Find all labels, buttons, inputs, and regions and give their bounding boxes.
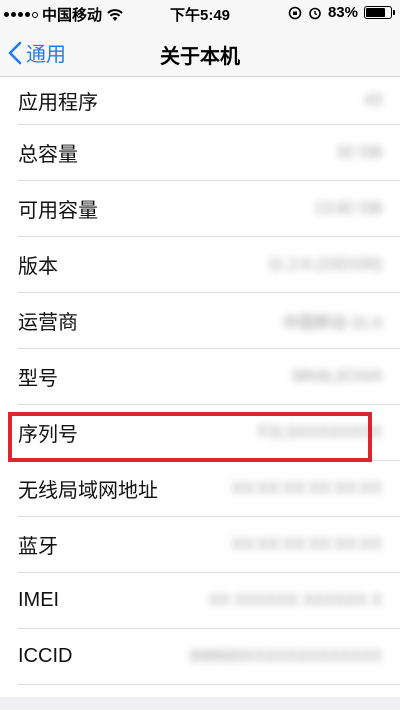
list-item-carrier[interactable]: 运营商 中国移动 31.0: [18, 293, 400, 349]
list-item-value: 13.82 GB: [314, 199, 382, 217]
list-item-label: 运营商: [18, 312, 78, 334]
list-item-label: 蓝牙: [18, 536, 58, 558]
list-item-label: 序列号: [18, 424, 78, 446]
list-item-value: 898600XXXXXXXXXXXXX: [189, 647, 382, 665]
list-item-value: 32 GB: [336, 143, 382, 161]
about-list: 应用程序 43 总容量 32 GB 可用容量 13.82 GB 版本 11.2.…: [0, 77, 400, 697]
list-item-model[interactable]: 型号 MN4L2CH/A: [18, 349, 400, 405]
list-item-value: 43: [364, 91, 382, 109]
list-item-wifi-address[interactable]: 无线局域网地址 XX:XX:XX:XX:XX:XX: [18, 461, 400, 517]
list-item-value: XX XXXXXX XXXXXX X: [208, 591, 382, 609]
list-item-value: F2LSXXXXXXXX: [258, 423, 382, 441]
status-right: 83%: [288, 4, 395, 21]
list-item-applications[interactable]: 应用程序 43: [18, 77, 400, 125]
list-item-label: 可用容量: [18, 200, 98, 222]
battery-icon: [364, 6, 395, 19]
list-item-bluetooth[interactable]: 蓝牙 XX:XX:XX:XX:XX:XX: [18, 517, 400, 573]
page-title: 关于本机: [160, 46, 240, 68]
list-item-label: IMEI: [18, 589, 60, 611]
list-item-version[interactable]: 版本 11.2.6 (15D100): [18, 237, 400, 293]
list-item-serial-number[interactable]: 序列号 F2LSXXXXXXXX: [18, 405, 400, 461]
rotation-lock-icon: [288, 6, 302, 19]
list-item-iccid[interactable]: ICCID 898600XXXXXXXXXXXXX: [18, 629, 400, 685]
list-item-label: 版本: [18, 256, 58, 278]
bottom-padding: [0, 697, 400, 710]
list-item-label: 型号: [18, 368, 58, 390]
list-item-value: XX:XX:XX:XX:XX:XX: [231, 479, 382, 497]
list-item-value: MN4L2CH/A: [292, 367, 382, 385]
list-item-value: 中国移动 31.0: [282, 314, 382, 332]
list-item-value: 11.2.6 (15D100): [267, 255, 382, 273]
list-item-available-capacity[interactable]: 可用容量 13.82 GB: [18, 181, 400, 237]
list-item-value: XX:XX:XX:XX:XX:XX: [231, 535, 382, 553]
list-item-total-capacity[interactable]: 总容量 32 GB: [18, 125, 400, 181]
list-item-label: 总容量: [18, 144, 78, 166]
navigation-bar: 通用 关于本机: [0, 28, 400, 77]
battery-percent: 83%: [327, 4, 358, 21]
battery-fill: [366, 8, 385, 17]
list-item-label: ICCID: [18, 645, 73, 667]
list-item-label: 无线局域网地址: [18, 480, 158, 502]
list-item-label: 应用程序: [18, 92, 98, 114]
list-item-imei[interactable]: IMEI XX XXXXXX XXXXXX X: [18, 573, 400, 629]
alarm-icon: [309, 7, 321, 19]
status-bar: 中国移动 下午5:49 83%: [0, 0, 400, 28]
